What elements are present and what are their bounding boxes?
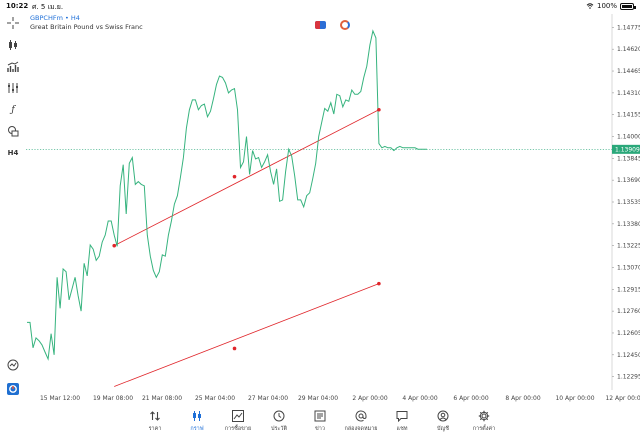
y-tick-label: 1.12760: [617, 308, 640, 315]
x-tick-label: 8 Apr 00:00: [505, 395, 540, 402]
nav-label: บัญชี: [437, 426, 449, 432]
chat-icon: [396, 411, 408, 422]
nav-trade[interactable]: การซื้อขาย: [218, 410, 258, 433]
current-price-label: 1.13909: [615, 147, 640, 154]
y-tick-label: 1.12450: [617, 352, 640, 359]
nav-settings[interactable]: การตั้งค่า: [464, 410, 504, 433]
x-tick-label: 10 Apr 00:00: [555, 395, 594, 402]
y-tick-label: 1.14775: [617, 24, 640, 31]
nav-label: กล่องจดหมาย: [344, 426, 378, 432]
analytics-icon[interactable]: [6, 358, 20, 372]
one-click-trading-icon[interactable]: [315, 21, 326, 29]
x-tick-label: 6 Apr 00:00: [453, 395, 488, 402]
x-tick-label: 4 Apr 00:00: [402, 395, 437, 402]
x-tick-label: 2 Apr 00:00: [352, 395, 387, 402]
y-tick-label: 1.14000: [617, 134, 640, 141]
bottom-navigation: ราคา กราฟ การซื้อขาย ประวัติ ข่าว กล่องจ…: [0, 404, 640, 447]
trend-line-anchor: [232, 346, 237, 351]
function-icon[interactable]: ƒ: [6, 103, 20, 117]
history-icon: [273, 410, 285, 422]
nav-chart[interactable]: กราฟ: [177, 410, 217, 433]
y-tick-label: 1.12605: [617, 330, 640, 337]
x-tick-label: 21 Mar 08:00: [142, 395, 182, 402]
trend-line-anchor: [377, 281, 381, 286]
y-tick-label: 1.13225: [617, 243, 640, 250]
signal-icon[interactable]: [340, 20, 350, 30]
y-tick-label: 1.12295: [617, 374, 640, 381]
timeframe-selector[interactable]: H4: [6, 146, 20, 160]
y-tick-label: 1.14155: [617, 112, 640, 119]
y-tick-label: 1.13535: [617, 199, 640, 206]
y-tick-label: 1.13380: [617, 221, 640, 228]
at-icon: [355, 410, 367, 422]
x-tick-label: 27 Mar 04:00: [248, 395, 288, 402]
news-icon: [314, 410, 326, 422]
y-tick-label: 1.14620: [617, 46, 640, 53]
nav-news[interactable]: ข่าว: [300, 410, 340, 433]
indicators-icon[interactable]: [6, 60, 20, 74]
nav-label: การตั้งค่า: [472, 426, 496, 432]
x-tick-label: 19 Mar 08:00: [93, 395, 133, 402]
settings-sliders-icon[interactable]: [6, 81, 20, 95]
y-tick-label: 1.13845: [617, 155, 640, 162]
y-tick-label: 1.12915: [617, 286, 640, 293]
y-tick-label: 1.14310: [617, 90, 640, 97]
x-tick-label: 29 Mar 04:00: [298, 395, 338, 402]
nav-label: ข่าว: [315, 426, 325, 432]
nav-mailbox[interactable]: กล่องจดหมาย: [341, 410, 381, 433]
objects-icon[interactable]: [6, 124, 20, 138]
nav-label: แชท: [396, 426, 408, 432]
gear-icon: [478, 410, 490, 422]
symbol-description: Great Britain Pound vs Swiss Franc: [30, 23, 143, 31]
broker-logo-icon[interactable]: [6, 382, 20, 396]
arrows-updown-icon: [150, 411, 160, 421]
nav-chat[interactable]: แชท: [382, 410, 422, 433]
y-tick-label: 1.13690: [617, 177, 640, 184]
trade-chart-icon: [232, 410, 244, 422]
x-tick-label: 15 Mar 12:00: [40, 395, 80, 402]
nav-history[interactable]: ประวัติ: [259, 410, 299, 433]
x-tick-label: 25 Mar 04:00: [195, 395, 235, 402]
trend-line-anchor: [232, 174, 237, 179]
trend-line: [114, 283, 380, 387]
nav-quotes[interactable]: ราคา: [135, 410, 175, 433]
trend-line-anchor: [377, 107, 381, 112]
account-icon: [437, 410, 449, 422]
chart-timeframe: H4: [70, 14, 80, 22]
nav-label: การซื้อขาย: [224, 426, 252, 432]
price-chart[interactable]: 1.14775 1.14620 1.14465 1.14310 1.14155 1.140…: [0, 0, 640, 404]
y-tick-label: 1.13070: [617, 264, 640, 271]
price-line: [27, 29, 427, 361]
crosshair-icon[interactable]: [6, 16, 20, 30]
chart-type-icon[interactable]: [6, 38, 20, 52]
y-tick-label: 1.14465: [617, 68, 640, 75]
symbol-name[interactable]: GBPCHFm: [30, 14, 63, 22]
nav-label: ราคา: [148, 426, 162, 432]
x-tick-label: 12 Apr 00:00: [605, 395, 640, 402]
left-toolbar: ƒ H4: [0, 12, 26, 412]
symbol-separator: •: [65, 14, 69, 22]
nav-account[interactable]: บัญชี: [423, 410, 463, 433]
nav-label: ประวัติ: [270, 426, 288, 432]
chart-header: GBPCHFm • H4 Great Britain Pound vs Swis…: [30, 14, 143, 32]
nav-label: กราฟ: [190, 426, 204, 432]
trend-line-anchor: [112, 243, 117, 248]
trend-line: [114, 109, 380, 247]
candles-icon: [193, 411, 201, 421]
